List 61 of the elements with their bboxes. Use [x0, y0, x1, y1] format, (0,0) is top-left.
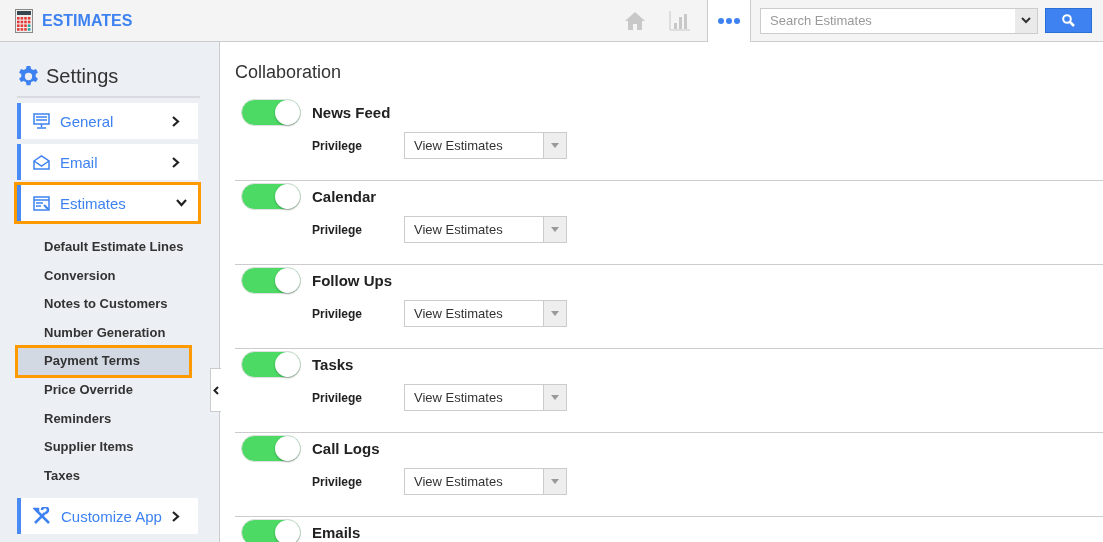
submenu-item[interactable]: Payment Terms	[17, 347, 190, 376]
submenu-item[interactable]: Supplier Items	[17, 433, 190, 462]
home-icon[interactable]	[624, 10, 646, 31]
chevron-right-icon	[172, 156, 180, 168]
menu-item[interactable]: General	[17, 103, 198, 139]
toggle-switch[interactable]	[241, 183, 301, 210]
search-icon	[1062, 14, 1075, 27]
tools-icon	[33, 507, 51, 526]
dropdown-arrow-icon	[551, 143, 559, 148]
privilege-label: Privilege	[312, 222, 364, 237]
privilege-label: Privilege	[312, 474, 364, 489]
toggle-switch[interactable]	[241, 435, 301, 462]
menu-item[interactable]: Customize App	[17, 498, 198, 535]
chevron-left-icon	[213, 385, 219, 395]
chevron-down-icon	[176, 199, 187, 207]
feature-name: Follow Ups	[312, 272, 392, 289]
feature-name: Emails	[312, 524, 361, 541]
submenu-item[interactable]: Conversion	[17, 261, 190, 291]
submenu-item[interactable]: Taxes	[17, 461, 190, 491]
submenu-item[interactable]: Price Override	[17, 375, 190, 405]
sidebar-title: Settings	[46, 64, 119, 88]
dropdown-arrow-icon	[551, 227, 559, 232]
privilege-label: Privilege	[312, 306, 364, 321]
collapse-handle[interactable]	[210, 368, 221, 412]
menu-item[interactable]: Estimates	[17, 185, 198, 221]
bar-chart-icon[interactable]	[668, 10, 690, 31]
submenu-item[interactable]: Notes to Customers	[17, 290, 190, 319]
dots-icon	[718, 17, 740, 24]
privilege-label: Privilege	[312, 390, 364, 405]
window-icon	[33, 195, 50, 211]
feature-name: Tasks	[312, 356, 354, 373]
privilege-dropdown[interactable]: View Estimates	[404, 132, 567, 159]
feature-name: News Feed	[312, 104, 391, 121]
privilege-dropdown[interactable]: View Estimates	[404, 216, 567, 243]
toggle-switch[interactable]	[241, 351, 301, 378]
privilege-dropdown[interactable]: View Estimates	[404, 384, 567, 411]
toggle-switch[interactable]	[241, 267, 301, 294]
search-button[interactable]	[1045, 8, 1092, 33]
submenu-item[interactable]: Default Estimate Lines	[17, 233, 190, 262]
app-title: ESTIMATES	[42, 11, 133, 30]
feature-name: Calendar	[312, 188, 377, 205]
section-title: Collaboration	[235, 62, 343, 83]
envelope-icon	[33, 154, 50, 170]
calculator-icon	[15, 8, 33, 33]
toggle-switch[interactable]	[241, 519, 301, 542]
privilege-dropdown[interactable]: View Estimates	[404, 468, 567, 495]
privilege-label: Privilege	[312, 138, 364, 153]
dropdown-arrow-icon	[551, 311, 559, 316]
monitor-icon	[33, 113, 50, 129]
gear-icon	[17, 64, 40, 88]
more-button[interactable]	[707, 0, 751, 42]
chevron-right-icon	[172, 510, 180, 522]
toggle-switch[interactable]	[241, 99, 301, 126]
feature-name: Call Logs	[312, 440, 380, 457]
submenu-item[interactable]: Number Generation	[17, 318, 190, 348]
dropdown-arrow-icon	[551, 395, 559, 400]
submenu-item[interactable]: Reminders	[17, 404, 190, 434]
privilege-dropdown[interactable]: View Estimates	[404, 300, 567, 327]
chevron-right-icon	[172, 115, 180, 127]
dropdown-arrow-icon	[551, 479, 559, 484]
menu-item[interactable]: Email	[17, 144, 198, 180]
